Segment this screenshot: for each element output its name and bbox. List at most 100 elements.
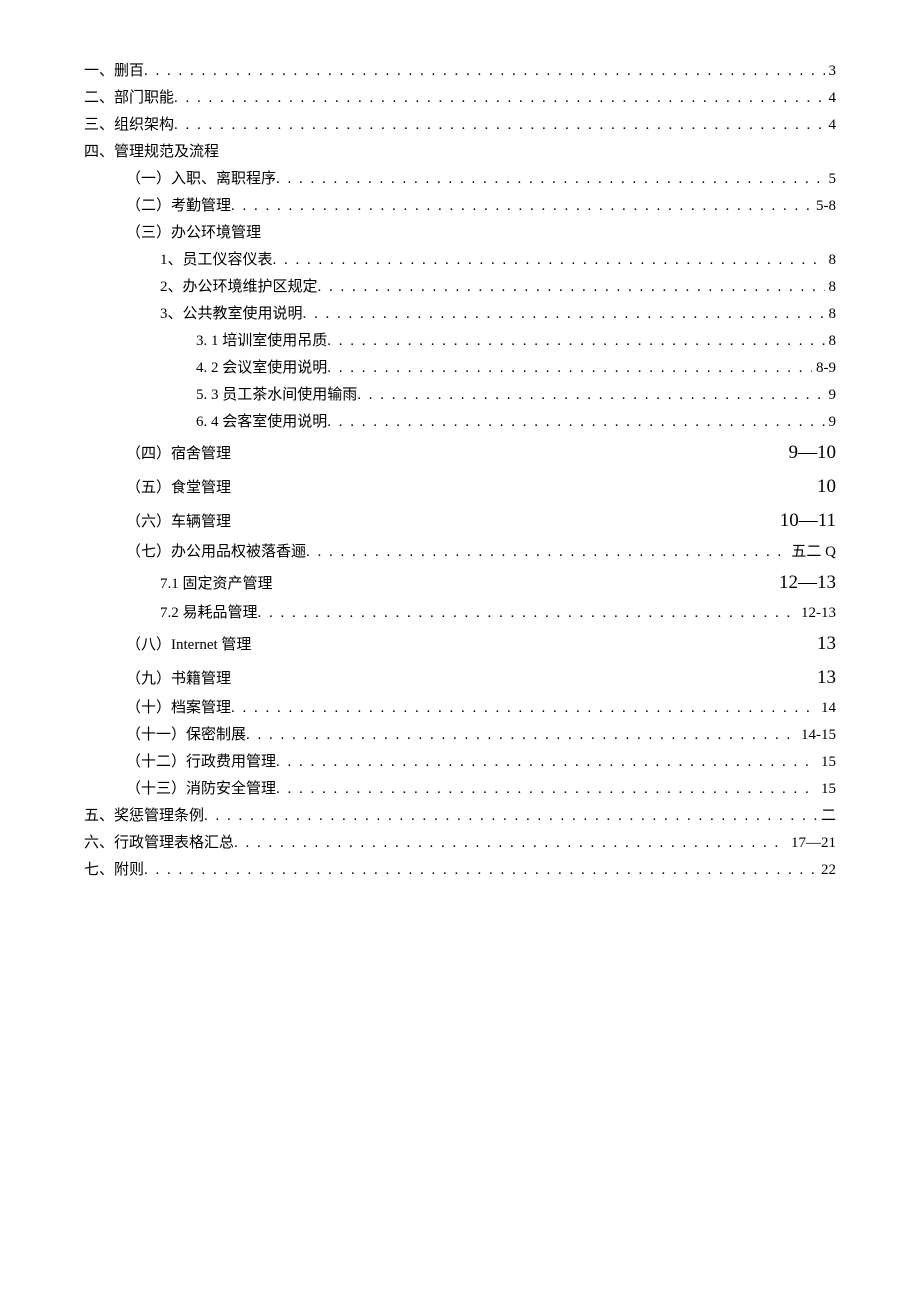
toc-page-number: 13 bbox=[813, 627, 836, 661]
toc-page-number: 8 bbox=[825, 247, 837, 274]
toc-leader bbox=[303, 301, 825, 328]
toc-row: 1、员工仪容仪表 8 bbox=[84, 247, 836, 274]
toc-label: （九）书籍管理 bbox=[126, 666, 231, 693]
toc-row: （八）Internet 管理 13 bbox=[84, 627, 836, 661]
toc-row: （七）办公用品权被落香逦 五二 Q bbox=[84, 539, 836, 566]
toc-page-number: 8 bbox=[825, 328, 837, 355]
toc-row: 7.1 固定资产管理 12—13 bbox=[84, 566, 836, 600]
toc-row: （二）考勤管理 5-8 bbox=[84, 193, 836, 220]
toc-row: 7.2 易耗品管理 12-13 bbox=[84, 600, 836, 627]
document-page: 一、删百3二、部门职能4三、组织架构4四、管理规范及流程（一）入职、离职程序5（… bbox=[0, 0, 920, 1301]
toc-leader bbox=[174, 85, 824, 112]
toc-row: 5. 3 员工茶水间使用输雨9 bbox=[84, 382, 836, 409]
toc-page-number: 15 bbox=[817, 776, 836, 803]
toc-label: 1、员工仪容仪表 bbox=[160, 247, 273, 274]
toc-page-number: 5 bbox=[825, 166, 837, 193]
toc-leader bbox=[273, 247, 825, 274]
toc-label: （十一）保密制展 bbox=[126, 722, 246, 749]
toc-leader bbox=[231, 695, 817, 722]
toc-label: 6. 4 会客室使用说明 bbox=[196, 409, 327, 436]
toc-row: （四）宿舍管理 9—10 bbox=[84, 436, 836, 470]
toc-label: 四、管理规范及流程 bbox=[84, 139, 219, 166]
toc-row: （十一）保密制展 14-15 bbox=[84, 722, 836, 749]
toc-leader bbox=[327, 409, 824, 436]
toc-leader bbox=[276, 749, 817, 776]
toc-leader bbox=[276, 776, 817, 803]
toc-page-number: 17—21 bbox=[787, 830, 836, 857]
toc-page-number: 5-8 bbox=[812, 193, 836, 220]
toc-page-number: 22 bbox=[817, 857, 836, 884]
toc-row: （十）档案管理 14 bbox=[84, 695, 836, 722]
toc-page-number: 15 bbox=[817, 749, 836, 776]
toc-label: 4. 2 会议室使用说明 bbox=[196, 355, 327, 382]
toc-row: 2、办公环境维护区规定 8 bbox=[84, 274, 836, 301]
toc-row: 三、组织架构 4 bbox=[84, 112, 836, 139]
toc-leader bbox=[318, 274, 825, 301]
toc-leader bbox=[357, 382, 824, 409]
toc-leader bbox=[144, 857, 817, 884]
toc-page-number: 3 bbox=[825, 58, 837, 85]
toc-leader bbox=[174, 112, 824, 139]
toc-row: 二、部门职能 4 bbox=[84, 85, 836, 112]
toc-page-number: 12—13 bbox=[775, 566, 836, 600]
toc-page-number: 12-13 bbox=[797, 600, 836, 627]
toc-row: 五、奖惩管理条例 二 bbox=[84, 803, 836, 830]
toc-label: 3. 1 培训室使用吊质 bbox=[196, 328, 327, 355]
toc-page-number: 9—10 bbox=[785, 436, 837, 470]
toc-row: （九）书籍管理 13 bbox=[84, 661, 836, 695]
toc-page-number: 9 bbox=[825, 382, 837, 409]
toc-page-number: 10—11 bbox=[776, 504, 836, 538]
toc-label: 2、办公环境维护区规定 bbox=[160, 274, 318, 301]
toc-label: （四）宿舍管理 bbox=[126, 441, 231, 468]
toc-row: 一、删百 3 bbox=[84, 58, 836, 85]
toc-page-number: 9 bbox=[825, 409, 837, 436]
toc-label: 一、删百 bbox=[84, 58, 144, 85]
toc-label: 三、组织架构 bbox=[84, 112, 174, 139]
toc-leader bbox=[327, 355, 812, 382]
toc-page-number: 14-15 bbox=[797, 722, 836, 749]
toc-leader bbox=[246, 722, 797, 749]
toc-page-number: 10 bbox=[813, 470, 836, 504]
toc-page-number: 8 bbox=[825, 301, 837, 328]
table-of-contents: 一、删百3二、部门职能4三、组织架构4四、管理规范及流程（一）入职、离职程序5（… bbox=[84, 58, 836, 884]
toc-page-number: 五二 Q bbox=[787, 539, 836, 566]
toc-row: 六、行政管理表格汇总 17—21 bbox=[84, 830, 836, 857]
toc-row: （五）食堂管理10 bbox=[84, 470, 836, 504]
toc-page-number: 8 bbox=[825, 274, 837, 301]
toc-leader bbox=[306, 539, 787, 566]
toc-label: （三）办公环境管理 bbox=[126, 220, 261, 247]
toc-row: （六）车辆管理 10—11 bbox=[84, 504, 836, 538]
toc-label: （二）考勤管理 bbox=[126, 193, 231, 220]
toc-page-number: 二 bbox=[817, 803, 836, 830]
toc-label: 五、奖惩管理条例 bbox=[84, 803, 204, 830]
toc-label: （一）入职、离职程序 bbox=[126, 166, 276, 193]
toc-label: 六、行政管理表格汇总 bbox=[84, 830, 234, 857]
toc-page-number: 13 bbox=[813, 661, 836, 695]
toc-page-number: 14 bbox=[817, 695, 836, 722]
toc-page-number: 4 bbox=[825, 112, 837, 139]
toc-label: 7.1 固定资产管理 bbox=[160, 571, 273, 598]
toc-label: （十二）行政费用管理 bbox=[126, 749, 276, 776]
toc-label: 七、附则 bbox=[84, 857, 144, 884]
toc-label: 二、部门职能 bbox=[84, 85, 174, 112]
toc-leader bbox=[144, 58, 824, 85]
toc-label: 7.2 易耗品管理 bbox=[160, 600, 258, 627]
toc-label: （七）办公用品权被落香逦 bbox=[126, 539, 306, 566]
toc-page-number: 4 bbox=[825, 85, 837, 112]
toc-label: （六）车辆管理 bbox=[126, 509, 231, 536]
toc-row: （三）办公环境管理 bbox=[84, 220, 836, 247]
toc-label: （十）档案管理 bbox=[126, 695, 231, 722]
toc-label: 3、公共教室使用说明 bbox=[160, 301, 303, 328]
toc-label: （八）Internet 管理 bbox=[126, 632, 251, 659]
toc-leader bbox=[276, 166, 824, 193]
toc-row: 6. 4 会客室使用说明 9 bbox=[84, 409, 836, 436]
toc-leader bbox=[234, 830, 787, 857]
toc-row: 四、管理规范及流程 bbox=[84, 139, 836, 166]
toc-row: 4. 2 会议室使用说明 8-9 bbox=[84, 355, 836, 382]
toc-page-number: 8-9 bbox=[812, 355, 836, 382]
toc-row: （十二）行政费用管理 15 bbox=[84, 749, 836, 776]
toc-row: 3. 1 培训室使用吊质 8 bbox=[84, 328, 836, 355]
toc-leader bbox=[327, 328, 824, 355]
toc-row: 3、公共教室使用说明 8 bbox=[84, 301, 836, 328]
toc-label: （十三）消防安全管理 bbox=[126, 776, 276, 803]
